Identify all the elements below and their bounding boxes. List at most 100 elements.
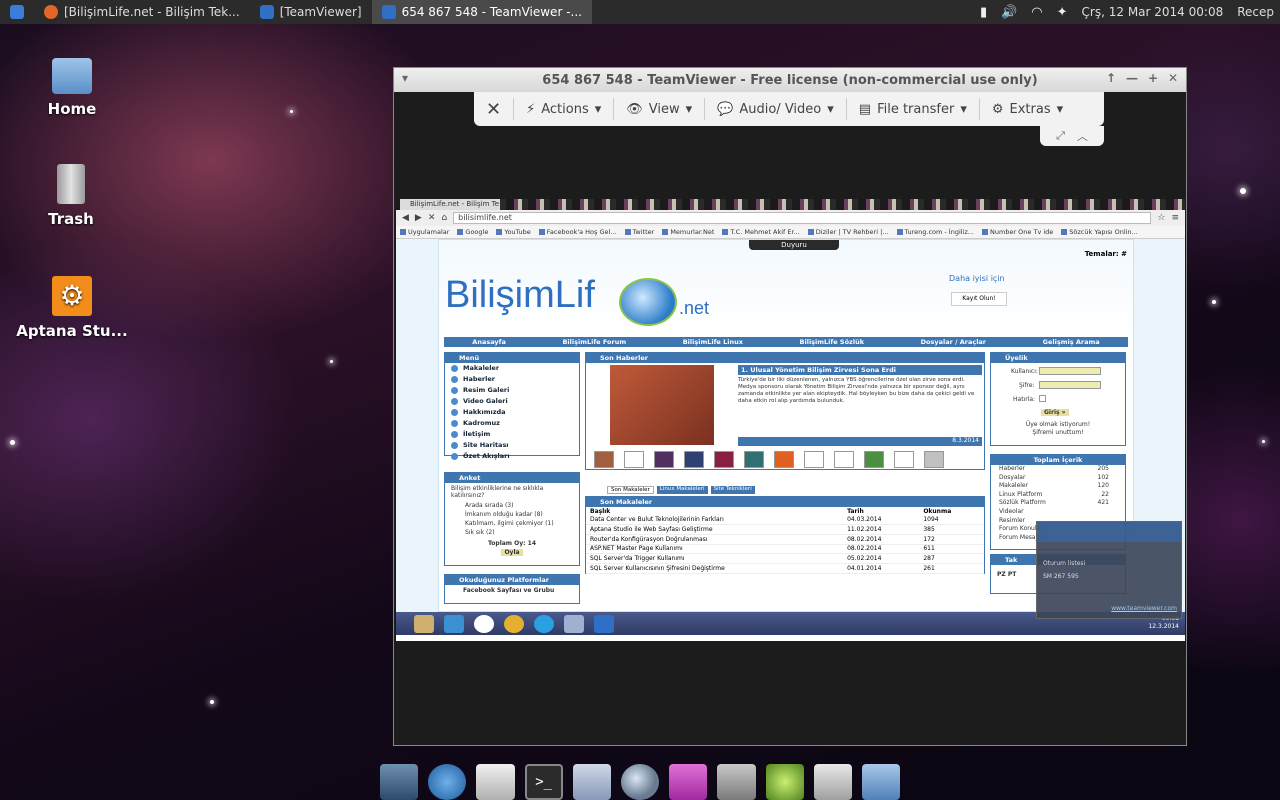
menu-item[interactable]: Kadromuz <box>445 418 579 429</box>
menu-item[interactable]: Resim Galeri <box>445 385 579 396</box>
skype-icon[interactable] <box>534 614 554 633</box>
mail-icon[interactable] <box>476 764 515 800</box>
thumbnail[interactable] <box>774 451 794 468</box>
teamviewer-icon[interactable] <box>594 614 614 633</box>
desktop-icon-home[interactable]: Home <box>12 58 132 118</box>
username-input[interactable] <box>1039 367 1101 375</box>
chrome-icon[interactable] <box>504 614 524 633</box>
folder-icon[interactable] <box>861 764 901 800</box>
nav-link[interactable]: Gelişmiş Arama <box>1043 338 1100 346</box>
menu-item[interactable]: Hakkımızda <box>445 407 579 418</box>
taskbar-item-browser[interactable]: [BilişimLife.net - Bilişim Tek... <box>34 0 250 24</box>
battery-icon[interactable]: ▮ <box>980 5 987 20</box>
poll-option[interactable]: Katılmam, ilgimi çekmiyor (1) <box>445 519 579 528</box>
back-icon[interactable]: ◀ <box>402 213 409 223</box>
thumbnail[interactable] <box>894 451 914 468</box>
article-title[interactable]: ASP.NET Master Page Kullanımı <box>586 544 844 555</box>
article-title[interactable]: Data Center ve Bulut Teknolojilerinin Fa… <box>586 515 844 526</box>
table-row[interactable]: Data Center ve Bulut Teknolojilerinin Fa… <box>586 515 984 526</box>
table-row[interactable]: SQL Server Kullanıcısının Şifresini Deği… <box>586 563 984 574</box>
bookmark-item[interactable]: Google <box>457 228 488 236</box>
bookmark-item[interactable]: Number One Tv ide <box>982 228 1053 236</box>
thumbnail[interactable] <box>744 451 764 468</box>
poll-option[interactable]: İmkanım olduğu kadar (8) <box>445 510 579 519</box>
url-input[interactable]: bilisimlife.net <box>453 212 1152 224</box>
home-icon[interactable]: ⌂ <box>441 213 447 223</box>
poll-option[interactable]: Sık sık (2) <box>445 528 579 537</box>
remote-screen[interactable]: BilişimLife.net - Bilişim Te ◀ ▶ ✕ ⌂ bil… <box>396 199 1185 641</box>
wifi-icon[interactable]: ◠ <box>1031 5 1042 20</box>
tab-site-teknikleri[interactable]: Site Teknikleri <box>710 486 755 494</box>
taskbar-item-teamviewer-session[interactable]: 654 867 548 - TeamViewer -... <box>371 0 592 24</box>
facebook-link[interactable]: Facebook Sayfası ve Grubu <box>445 585 579 596</box>
article-title[interactable]: SQL Server Kullanıcısının Şifresini Deği… <box>586 563 844 574</box>
teamviewer-link[interactable]: www.teamviewer.com <box>1111 605 1177 612</box>
close-icon[interactable]: ✕ <box>1168 71 1178 85</box>
forgot-password-link[interactable]: Şifremi unuttum! <box>991 429 1125 436</box>
password-input[interactable] <box>1039 381 1101 389</box>
teamviewer-session-popup[interactable]: Oturum listesi SM 267 595 www.teamviewer… <box>1036 521 1182 619</box>
nav-link[interactable]: BilişimLife Linux <box>683 338 743 346</box>
table-row[interactable]: Router'da Konfigürasyon Doğrulanması 08.0… <box>586 534 984 545</box>
search-magnifier-icon[interactable] <box>621 764 660 800</box>
forward-icon[interactable]: ▶ <box>415 213 422 223</box>
tab-linux-makaleleri[interactable]: Linux Makaleleri <box>656 486 708 494</box>
music-icon[interactable] <box>765 764 804 800</box>
stat-label[interactable]: Makaleler <box>999 482 1028 491</box>
maximize-icon[interactable]: + <box>1148 71 1158 85</box>
minimize-icon[interactable]: — <box>1126 71 1138 85</box>
nav-link[interactable]: BilişimLife Sözlük <box>800 338 865 346</box>
thumbnail[interactable] <box>684 451 704 468</box>
ie-icon[interactable] <box>444 614 464 633</box>
bookmark-item[interactable]: T.C. Mehmet Akif Er... <box>722 228 799 236</box>
extras-button[interactable]: ⚙ Extras ▾ <box>980 98 1075 120</box>
thumbnail[interactable] <box>624 451 644 468</box>
thumbnail[interactable] <box>654 451 674 468</box>
thumbnail[interactable] <box>594 451 614 468</box>
file-transfer-button[interactable]: ▤ File transfer ▾ <box>847 98 980 120</box>
window-titlebar[interactable]: ▾ 654 867 548 - TeamViewer - Free licens… <box>394 68 1186 92</box>
download-icon[interactable] <box>669 764 708 800</box>
vote-button[interactable]: Oyla <box>501 549 523 556</box>
thumbnail[interactable] <box>924 451 944 468</box>
stat-label[interactable]: Dosyalar <box>999 474 1025 483</box>
table-row[interactable]: Aptana Studio ile Web Sayfası Geliştirme… <box>586 524 984 535</box>
bookmark-item[interactable]: YouTube <box>496 228 530 236</box>
login-button[interactable]: Giriş » <box>1041 409 1069 416</box>
bookmark-item[interactable]: Twitter <box>625 228 655 236</box>
register-button[interactable]: Kayıt Olun! <box>951 292 1007 306</box>
session-list-item[interactable]: Oturum listesi <box>1037 542 1181 567</box>
thumbnail[interactable] <box>864 451 884 468</box>
bookmark-item[interactable]: Tureng.com - İngiliz... <box>897 228 975 236</box>
table-row[interactable]: SQL Server'da Trigger Kullanımı 05.02.201… <box>586 553 984 564</box>
menu-item[interactable]: İletişim <box>445 429 579 440</box>
desktop-icon-aptana[interactable]: ⚙ Aptana Stu... <box>12 276 132 340</box>
dropbox-icon[interactable]: ✦ <box>1057 5 1068 20</box>
bookmark-item[interactable]: Facebook'a Hoş Gel... <box>539 228 617 236</box>
nav-link[interactable]: BilişimLife Forum <box>562 338 626 346</box>
menu-item[interactable]: Özet Akışları <box>445 451 579 462</box>
collapse-toolbar-icon[interactable]: ︿ <box>1077 128 1088 144</box>
window-menu-icon[interactable]: ▾ <box>402 71 408 85</box>
news-image[interactable] <box>610 365 714 445</box>
stat-label[interactable]: Haberler <box>999 465 1025 474</box>
explorer-icon[interactable] <box>414 614 434 633</box>
remember-checkbox[interactable] <box>1039 395 1046 402</box>
table-row[interactable]: ASP.NET Master Page Kullanımı 08.02.2014 6… <box>586 544 984 555</box>
thumbnail[interactable] <box>804 451 824 468</box>
nav-link[interactable]: Dosyalar / Araçlar <box>921 338 986 346</box>
display-icon[interactable] <box>380 764 419 800</box>
tab-son-makaleler[interactable]: Son Makaleler <box>607 486 654 494</box>
text-editor-icon[interactable] <box>717 764 756 800</box>
announcement-tab[interactable]: Duyuru <box>749 240 839 250</box>
stop-icon[interactable]: ✕ <box>428 213 436 223</box>
shade-icon[interactable]: ↑ <box>1106 71 1116 85</box>
thumbnail[interactable] <box>714 451 734 468</box>
bookmark-item[interactable]: Sözcük Yapısı Onlin... <box>1061 228 1137 236</box>
stat-label[interactable]: Linux Platform <box>999 491 1042 500</box>
stat-label[interactable]: Resimler <box>999 517 1025 526</box>
browser-menu-icon[interactable]: ≡ <box>1171 213 1179 223</box>
browser-tab[interactable]: BilişimLife.net - Bilişim Te <box>400 199 500 210</box>
stat-label[interactable]: Videolar <box>999 508 1024 517</box>
window-manager-icon[interactable] <box>572 764 612 800</box>
